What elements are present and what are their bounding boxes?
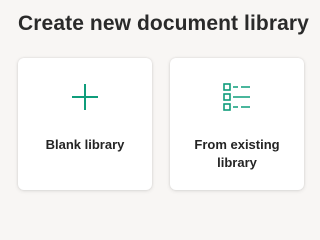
- blank-library-card[interactable]: Blank library: [18, 58, 152, 190]
- plus-icon: [72, 84, 98, 110]
- blank-library-label: Blank library: [45, 137, 125, 152]
- page-title: Create new document library: [18, 12, 309, 35]
- from-existing-library-label: From existing library: [194, 137, 280, 170]
- create-library-panel: Create new document library Blank librar…: [0, 0, 320, 206]
- from-existing-library-card[interactable]: From existing library: [170, 58, 304, 190]
- list-icon: [223, 83, 250, 111]
